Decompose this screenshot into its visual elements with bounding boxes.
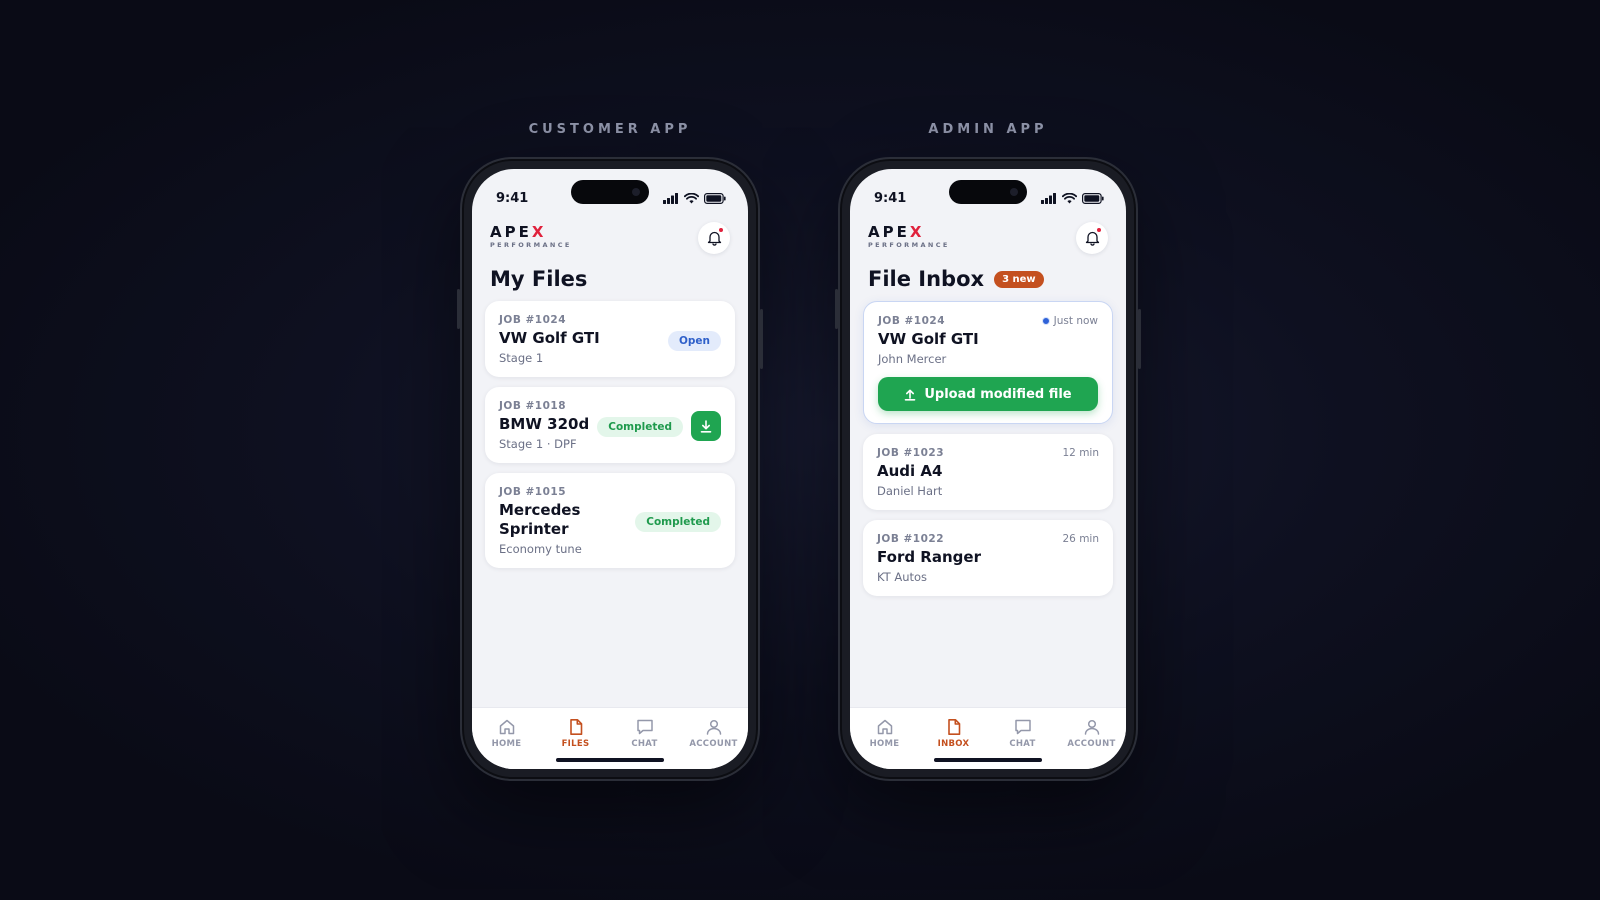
unread-dot [1041, 317, 1050, 325]
file-icon [947, 719, 960, 735]
customer-name: John Mercer [878, 352, 947, 366]
upload-modified-file-button[interactable]: Upload modified file [878, 377, 1098, 411]
tune-detail: Economy tune [499, 542, 582, 556]
tab-home[interactable]: HOME [855, 718, 915, 769]
download-icon [700, 419, 712, 433]
home-indicator [556, 758, 664, 762]
vehicle-name: Mercedes Sprinter [499, 501, 581, 538]
status-time: 9:41 [496, 191, 529, 206]
received-time: 26 min [1062, 533, 1100, 545]
vehicle-name: Audi A4 [877, 462, 943, 480]
inbox-card[interactable]: JOB #1024 VW Golf GTI John Mercer Just n… [863, 301, 1113, 424]
battery-icon [704, 193, 726, 204]
apex-logo: APEX PERFORMANCE [868, 223, 950, 249]
user-icon [1084, 719, 1099, 735]
admin-phone-frame: 9:41 APEX PERFORMANCE File Inbox 3 new J… [835, 157, 1141, 781]
customer-app-label: CUSTOMER APP [528, 122, 692, 137]
wifi-icon [684, 193, 699, 204]
tab-bar: HOME FILES CHAT ACCOUNT [472, 707, 748, 769]
page-title: My Files [490, 267, 588, 291]
signal-icon [663, 193, 678, 204]
tab-bar: HOME INBOX CHAT ACCOUNT [850, 707, 1126, 769]
customer-name: Daniel Hart [877, 484, 943, 498]
admin-app-label: ADMIN APP [928, 122, 1048, 137]
received-time: 12 min [1062, 447, 1100, 459]
file-card[interactable]: JOB #1018 BMW 320d Stage 1 · DPF Complet… [485, 387, 735, 463]
phone-side-button [457, 289, 460, 329]
apex-logo: APEX PERFORMANCE [490, 223, 572, 249]
status-bar: 9:41 [496, 191, 726, 207]
vehicle-name: VW Golf GTI [878, 330, 979, 348]
signal-icon [1041, 193, 1056, 204]
home-icon [499, 719, 514, 735]
file-icon [569, 719, 582, 735]
wifi-icon [1062, 193, 1077, 204]
app-header: APEX PERFORMANCE [868, 222, 1108, 254]
customer-phone-frame: 9:41 APEX PERFORMANCE My Files JOB #1024… [457, 157, 763, 781]
tab-account[interactable]: ACCOUNT [1062, 718, 1122, 769]
phone-side-button [835, 289, 838, 329]
tune-detail: Stage 1 [499, 351, 544, 365]
user-icon [706, 719, 721, 735]
status-badge: Open [667, 331, 721, 351]
status-bar: 9:41 [874, 191, 1104, 207]
notification-dot [1096, 227, 1102, 233]
chat-icon [1014, 719, 1031, 735]
inbox-card[interactable]: JOB #1023 Audi A4 Daniel Hart 12 min [863, 434, 1113, 510]
tune-detail: Stage 1 · DPF [499, 437, 577, 451]
job-number: JOB #1018 [499, 400, 567, 412]
phone-side-button [760, 309, 763, 369]
status-badge: Completed [635, 512, 721, 532]
tab-account[interactable]: ACCOUNT [684, 718, 744, 769]
customer-name: KT Autos [877, 570, 928, 584]
home-indicator [934, 758, 1042, 762]
chat-icon [636, 719, 653, 735]
inbox-card[interactable]: JOB #1022 Ford Ranger KT Autos 26 min [863, 520, 1113, 596]
download-button[interactable] [691, 411, 721, 441]
home-icon [877, 719, 892, 735]
status-time: 9:41 [874, 191, 907, 206]
phone-side-button [1138, 309, 1141, 369]
job-number: JOB #1024 [499, 314, 567, 326]
notifications-button[interactable] [1076, 222, 1108, 254]
files-list: JOB #1024 VW Golf GTI Stage 1 Open JOB #… [485, 301, 735, 568]
inbox-list: JOB #1024 VW Golf GTI John Mercer Just n… [863, 301, 1113, 596]
customer-screen: 9:41 APEX PERFORMANCE My Files JOB #1024… [472, 169, 748, 769]
upload-icon [905, 389, 916, 401]
app-header: APEX PERFORMANCE [490, 222, 730, 254]
vehicle-name: Ford Ranger [877, 548, 981, 566]
tab-home[interactable]: HOME [477, 718, 537, 769]
notifications-button[interactable] [698, 222, 730, 254]
page-title: File Inbox [868, 267, 985, 291]
status-badge: Completed [597, 417, 683, 437]
battery-icon [1082, 193, 1104, 204]
file-card[interactable]: JOB #1015 Mercedes Sprinter Economy tune… [485, 473, 735, 568]
file-card[interactable]: JOB #1024 VW Golf GTI Stage 1 Open [485, 301, 735, 377]
admin-screen: 9:41 APEX PERFORMANCE File Inbox 3 new J… [850, 169, 1126, 769]
job-number: JOB #1015 [499, 486, 567, 498]
new-count-badge: 3 new [994, 270, 1044, 288]
notification-dot [718, 227, 724, 233]
received-time: Just now [1041, 315, 1098, 327]
